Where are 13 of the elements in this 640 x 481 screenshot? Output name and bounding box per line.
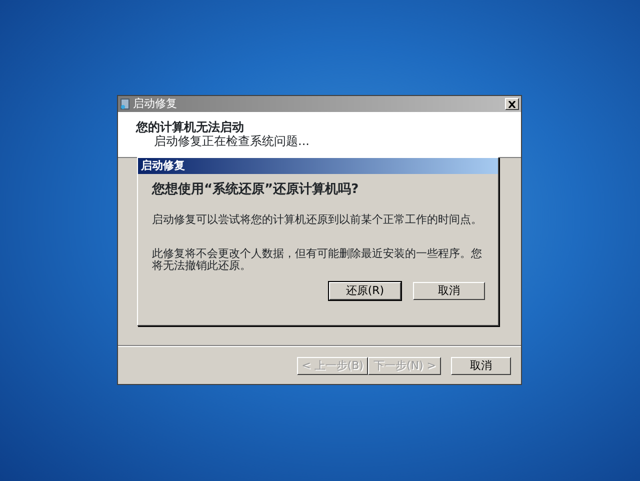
wizard-button[interactable]: 取消 [451,356,511,374]
dialog-title: 启动修复 [138,158,498,174]
dialog-question: 您想使用“系统还原”还原计算机吗? [152,180,360,199]
dialog-message: 启动修复可以尝试将您的计算机还原到以前某个正常工作的时间点。 [152,214,483,226]
heading: 您的计算机无法启动 [136,120,245,134]
dialog-button[interactable]: 还原(R) [329,282,401,300]
status-text: 启动修复正在检查系统问题... [153,134,310,148]
close-button[interactable] [505,98,519,110]
window-title: 启动修复 [133,96,177,112]
app-icon [120,98,130,110]
dialog-message: 此修复将不会更改个人数据，但有可能删除最近安装的一些程序。您将无法撤销此还原。 [152,248,483,272]
close-icon [508,100,516,108]
dialog-button[interactable]: 取消 [413,282,485,300]
